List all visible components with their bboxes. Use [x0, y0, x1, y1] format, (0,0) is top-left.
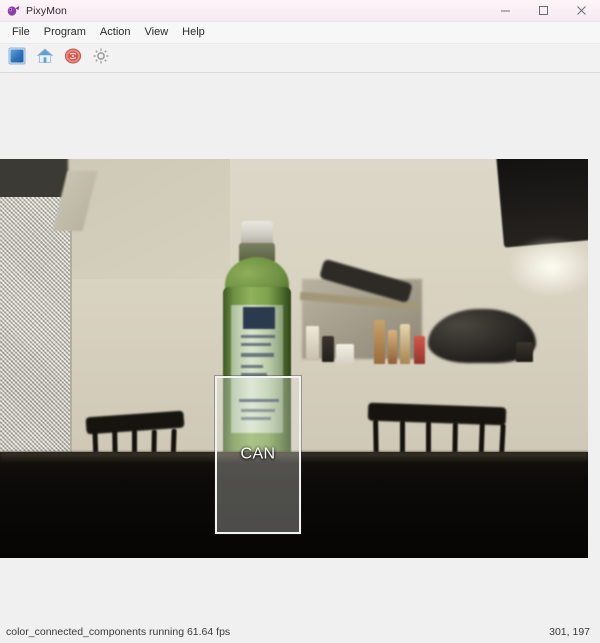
close-button[interactable] [562, 0, 600, 21]
maximize-button[interactable] [524, 0, 562, 21]
tool-bar [0, 44, 600, 73]
cursor-coordinates: 301, 197 [549, 625, 590, 638]
scene-shelf-bottle-3 [336, 344, 354, 364]
scene-bottle-label-header [243, 307, 275, 329]
blue-square-icon [8, 47, 26, 70]
scene-shelf-bottle-6 [400, 324, 410, 364]
play-run-button[interactable] [6, 47, 28, 69]
pixy-logo-icon [6, 4, 20, 18]
menu-bar: File Program Action View Help [0, 22, 600, 44]
scene-shelf-bottle-4 [374, 320, 385, 364]
configure-button[interactable] [90, 47, 112, 69]
status-message: color_connected_components running 61.64… [6, 625, 231, 638]
raw-video-button[interactable] [62, 47, 84, 69]
menu-item-program[interactable]: Program [37, 24, 93, 41]
scene-shelf-bottle-7 [414, 336, 425, 364]
pixymon-window: PixyMon File Program Action View Help CA… [0, 0, 600, 643]
minimize-button[interactable] [486, 0, 524, 21]
scene-shelf-bottle-5 [388, 330, 397, 364]
menu-item-help[interactable]: Help [175, 24, 212, 41]
scene-shelf-bottle-1 [306, 326, 319, 360]
menu-item-file[interactable]: File [5, 24, 37, 41]
scene-chair-right-top [367, 402, 507, 426]
window-title: PixyMon [26, 4, 67, 17]
scene-shelf-bottle-2 [322, 336, 334, 362]
scene-shelf-jar [516, 342, 533, 362]
main-content-area: CAN [0, 73, 600, 643]
detection-label: CAN [240, 445, 276, 463]
scene-mesh-panel [0, 197, 72, 459]
title-bar: PixyMon [0, 0, 600, 22]
gear-icon [92, 47, 110, 70]
raw-video-icon [64, 47, 82, 70]
menu-item-action[interactable]: Action [93, 24, 138, 41]
camera-scene: CAN [0, 159, 588, 558]
default-program-button[interactable] [34, 47, 56, 69]
status-bar: color_connected_components running 61.64… [0, 620, 600, 643]
scene-light-glow [508, 237, 588, 297]
camera-video-feed[interactable]: CAN [0, 159, 588, 558]
window-controls [486, 0, 600, 21]
title-bar-left: PixyMon [0, 4, 67, 18]
menu-item-view[interactable]: View [138, 24, 176, 41]
home-icon [36, 47, 54, 70]
scene-tv [496, 159, 588, 248]
detection-box-can[interactable]: CAN [215, 376, 301, 534]
